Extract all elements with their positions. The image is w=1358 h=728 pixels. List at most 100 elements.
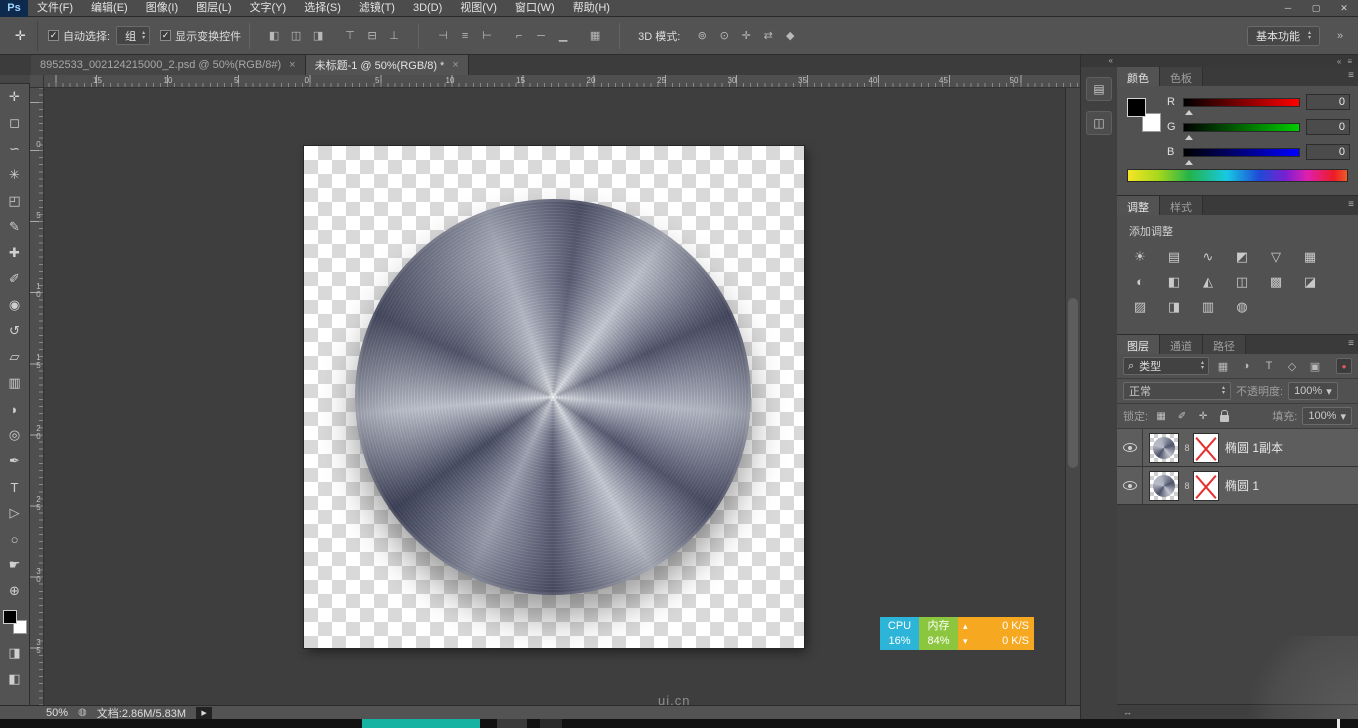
red-value-field[interactable]: 0 [1306, 94, 1350, 110]
3d-slide-icon[interactable]: ⇄ [758, 26, 778, 46]
align-bottom-icon[interactable]: ⊥ [384, 26, 404, 46]
distribute-left-icon[interactable]: ⊣ [433, 26, 453, 46]
panel-menu-icon[interactable]: ≡ [1348, 338, 1354, 349]
document-tab-1[interactable]: 8952533_002124215000_2.psd @ 50%(RGB/8#)… [31, 55, 306, 75]
taskbar-active-app[interactable] [362, 719, 480, 728]
tool-marquee[interactable]: ◻ [1, 110, 29, 136]
distribute-bottom-icon[interactable]: ▁ [553, 26, 573, 46]
green-value-field[interactable]: 0 [1306, 119, 1350, 135]
layer-row-ellipse-1[interactable]: 8 椭圆 1 [1117, 467, 1358, 505]
screen-mode-button[interactable]: ◧ [1, 666, 29, 692]
menu-item-help[interactable]: 帮助(H) [564, 0, 619, 17]
adjustment-exposure-icon[interactable]: ◩ [1231, 247, 1253, 266]
show-transform-option[interactable]: ✓ 显示变换控件 [160, 28, 241, 44]
tool-eraser[interactable]: ▱ [1, 344, 29, 370]
adjustment-color-lookup-icon[interactable]: ▩ [1265, 272, 1287, 291]
layer-row-ellipse-1-copy[interactable]: 8 椭圆 1副本 [1117, 429, 1358, 467]
tool-dodge[interactable]: ◎ [1, 422, 29, 448]
green-slider[interactable] [1183, 123, 1300, 132]
eye-icon[interactable] [1123, 481, 1137, 490]
menu-item-view[interactable]: 视图(V) [451, 0, 506, 17]
menu-item-select[interactable]: 选择(S) [295, 0, 350, 17]
menu-item-layer[interactable]: 图层(L) [187, 0, 240, 17]
adjustment-color-balance-icon[interactable]: ◐ [1129, 272, 1151, 291]
tool-zoom[interactable]: ⊕ [1, 578, 29, 604]
resize-handle-icon[interactable]: ↔ [1123, 707, 1132, 717]
menu-item-edit[interactable]: 编辑(E) [82, 0, 137, 17]
panel-color-swatches[interactable] [1127, 98, 1161, 132]
adjustment-black-white-icon[interactable]: ◧ [1163, 272, 1185, 291]
history-panel-icon[interactable]: ▤ [1086, 77, 1112, 101]
show-transform-checkbox[interactable]: ✓ [160, 30, 171, 41]
red-slider[interactable] [1183, 98, 1300, 107]
properties-panel-icon[interactable]: ◫ [1086, 111, 1112, 135]
menu-item-filter[interactable]: 滤镜(T) [350, 0, 404, 17]
taskbar-item[interactable] [497, 719, 527, 728]
taskbar-item[interactable] [540, 719, 562, 728]
minimize-button[interactable]: ─ [1274, 0, 1302, 17]
blue-value-field[interactable]: 0 [1306, 144, 1350, 160]
tool-shape[interactable]: ○ [1, 526, 29, 552]
tool-hand[interactable]: ☛ [1, 552, 29, 578]
tab-paths[interactable]: 路径 [1203, 335, 1246, 354]
tool-type[interactable]: T [1, 474, 29, 500]
align-right-icon[interactable]: ◨ [308, 26, 328, 46]
panel-menu-icon[interactable]: ≡ [1348, 70, 1354, 81]
layer-thumbnail[interactable] [1149, 433, 1179, 463]
lock-pixels-icon[interactable]: ✐ [1174, 408, 1190, 424]
document-tab-2[interactable]: 未标题-1 @ 50%(RGB/8) * × [306, 55, 469, 75]
menu-item-image[interactable]: 图像(I) [137, 0, 187, 17]
vector-mask-thumbnail[interactable] [1193, 471, 1219, 501]
tool-move[interactable]: ✛ [1, 84, 29, 110]
filter-adjustment-layers-icon[interactable]: ◑ [1237, 357, 1255, 375]
tool-eyedropper[interactable]: ✎ [1, 214, 29, 240]
status-flyout-button[interactable]: ▶ [196, 707, 212, 719]
blue-slider[interactable] [1183, 148, 1300, 157]
zoom-level-field[interactable]: 50% [46, 707, 68, 719]
lock-all-icon[interactable] [1216, 408, 1232, 424]
menu-item-file[interactable]: 文件(F) [28, 0, 82, 17]
fill-field[interactable]: 100% ▾ [1302, 407, 1352, 425]
tab-adjustments[interactable]: 调整 [1117, 196, 1160, 215]
tool-gradient[interactable]: ▥ [1, 370, 29, 396]
tool-crop[interactable]: ◰ [1, 188, 29, 214]
filter-shape-layers-icon[interactable]: ◇ [1283, 357, 1301, 375]
align-top-icon[interactable]: ⊤ [340, 26, 360, 46]
layer-name[interactable]: 椭圆 1副本 [1225, 439, 1283, 456]
tab-channels[interactable]: 通道 [1160, 335, 1203, 354]
canvas-area[interactable] [44, 88, 1080, 705]
panel-menu-icon[interactable]: ≡ [1348, 199, 1354, 210]
adjustment-channel-mixer-icon[interactable]: ◫ [1231, 272, 1253, 291]
vertical-scrollbar[interactable] [1065, 88, 1080, 705]
adjustment-threshold-icon[interactable]: ◨ [1163, 297, 1185, 316]
tab-swatches[interactable]: 色板 [1160, 67, 1203, 86]
dock-collapse-icon[interactable]: « [1337, 57, 1341, 66]
tool-lasso[interactable]: ∽ [1, 136, 29, 162]
menu-item-window[interactable]: 窗口(W) [506, 0, 564, 17]
taskbar-show-desktop[interactable] [1337, 719, 1340, 728]
adjustment-brightness-contrast-icon[interactable]: ☀ [1129, 247, 1151, 266]
quick-mask-button[interactable]: ◨ [1, 640, 29, 666]
opacity-field[interactable]: 100% ▾ [1288, 382, 1338, 400]
tool-path-select[interactable]: ▷ [1, 500, 29, 526]
tool-brush[interactable]: ✐ [1, 266, 29, 292]
adjustment-posterize-icon[interactable]: ▨ [1129, 297, 1151, 316]
adjustment-levels-icon[interactable]: ▤ [1163, 247, 1185, 266]
tool-clone-stamp[interactable]: ◉ [1, 292, 29, 318]
3d-pan-icon[interactable]: ✛ [736, 26, 756, 46]
document-canvas[interactable] [304, 146, 804, 648]
distribute-right-icon[interactable]: ⊢ [477, 26, 497, 46]
scrollbar-thumb[interactable] [1068, 298, 1078, 468]
vector-mask-thumbnail[interactable] [1193, 433, 1219, 463]
tool-quick-select[interactable]: ✳ [1, 162, 29, 188]
tool-blur[interactable]: ◗ [1, 396, 29, 422]
close-tab-icon[interactable]: × [289, 59, 295, 71]
tab-styles[interactable]: 样式 [1160, 196, 1203, 215]
distribute-vcenter-icon[interactable]: ─ [531, 26, 551, 46]
layer-filter-dropdown[interactable]: ⌕ 类型 ▴▾ [1123, 357, 1209, 375]
foreground-color-swatch[interactable] [1127, 98, 1146, 117]
align-hcenter-icon[interactable]: ◫ [286, 26, 306, 46]
dock-collapse-handle[interactable]: « [1081, 55, 1117, 67]
visibility-cell[interactable] [1117, 467, 1143, 505]
lock-position-icon[interactable]: ✛ [1195, 408, 1211, 424]
